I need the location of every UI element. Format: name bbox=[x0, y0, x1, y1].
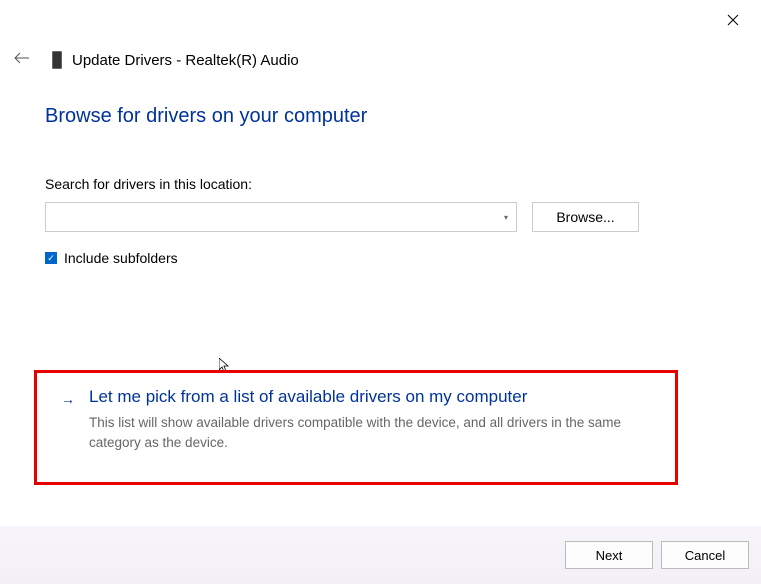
chevron-down-icon[interactable]: ▾ bbox=[504, 213, 508, 222]
close-button[interactable] bbox=[723, 10, 743, 30]
title-group: Update Drivers - Realtek(R) Audio bbox=[52, 51, 299, 69]
option-title: Let me pick from a list of available dri… bbox=[89, 387, 655, 407]
cancel-button[interactable]: Cancel bbox=[661, 541, 749, 569]
footer: Next Cancel bbox=[0, 526, 761, 584]
include-subfolders-checkbox[interactable]: ✓ bbox=[45, 252, 57, 264]
option-text: Let me pick from a list of available dri… bbox=[89, 387, 655, 454]
header: Update Drivers - Realtek(R) Audio bbox=[10, 47, 299, 73]
device-icon bbox=[52, 51, 62, 69]
option-inner: → Let me pick from a list of available d… bbox=[61, 387, 655, 454]
option-description: This list will show available drivers co… bbox=[89, 413, 655, 454]
browse-button[interactable]: Browse... bbox=[532, 202, 639, 232]
include-subfolders-row[interactable]: ✓ Include subfolders bbox=[45, 250, 716, 266]
page-heading: Browse for drivers on your computer bbox=[45, 105, 716, 128]
include-subfolders-label: Include subfolders bbox=[64, 250, 178, 266]
content-area: Browse for drivers on your computer Sear… bbox=[45, 105, 716, 266]
arrow-right-icon: → bbox=[61, 391, 75, 454]
back-button[interactable] bbox=[10, 47, 34, 73]
path-input[interactable]: ▾ bbox=[45, 202, 517, 232]
window-title: Update Drivers - Realtek(R) Audio bbox=[72, 52, 299, 69]
search-label: Search for drivers in this location: bbox=[45, 176, 716, 192]
path-row: ▾ Browse... bbox=[45, 202, 716, 232]
next-button[interactable]: Next bbox=[565, 541, 653, 569]
pick-from-list-option[interactable]: → Let me pick from a list of available d… bbox=[34, 370, 678, 485]
